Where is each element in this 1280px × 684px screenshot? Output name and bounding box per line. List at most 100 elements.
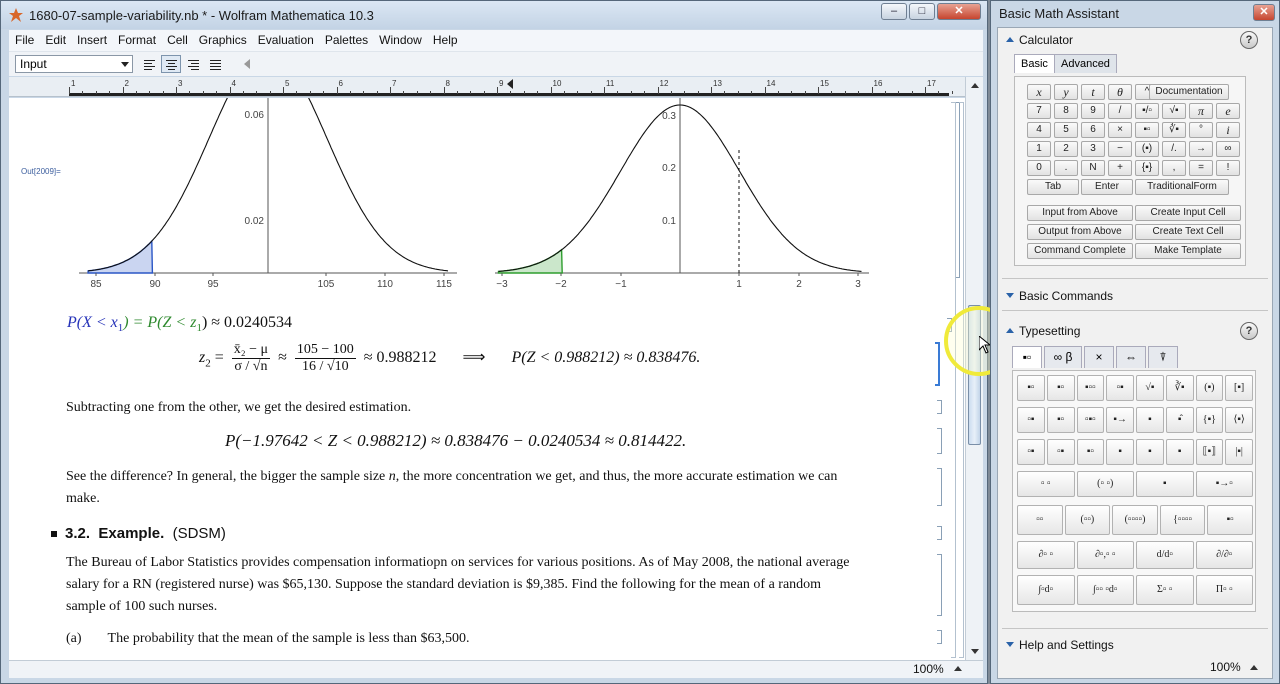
typeset-template-button[interactable]: ▪▫ — [1046, 407, 1075, 433]
typeset-template-button[interactable]: ∛▪ — [1165, 375, 1194, 401]
typeset-tab-shapes[interactable]: ⍒ — [1148, 346, 1178, 368]
typeset-template-button[interactable]: ▪ — [1136, 407, 1164, 433]
calc-action-button[interactable]: Create Text Cell — [1135, 224, 1241, 240]
calc-key[interactable]: /. — [1162, 141, 1186, 157]
calc-key[interactable]: 9 — [1081, 103, 1105, 119]
menu-edit[interactable]: Edit — [39, 30, 71, 47]
calc-action-button[interactable]: Output from Above — [1027, 224, 1133, 240]
typeset-template-button[interactable]: ⟨▪⟩ — [1225, 407, 1253, 433]
typeset-template-button[interactable]: ∫▫▫ ▫d▫ — [1076, 575, 1134, 605]
typeset-template-button[interactable]: ▪̂ — [1165, 407, 1194, 433]
calc-key[interactable]: π — [1189, 103, 1213, 119]
menu-evaluation[interactable]: Evaluation — [252, 30, 319, 47]
palette-zoom-level[interactable]: 100% — [1210, 660, 1241, 674]
calc-key[interactable]: 1 — [1027, 141, 1051, 157]
typeset-template-button[interactable]: (▫▫) — [1064, 505, 1111, 535]
basic-commands-header[interactable]: Basic Commands — [1006, 289, 1113, 303]
typeset-template-button[interactable]: ▪▫ — [1017, 375, 1045, 401]
menu-graphics[interactable]: Graphics — [193, 30, 252, 47]
menu-palettes[interactable]: Palettes — [319, 30, 373, 47]
typeset-template-button[interactable]: Π▫ ▫ — [1195, 575, 1253, 605]
calc-key[interactable]: i — [1216, 122, 1240, 138]
typeset-template-button[interactable]: ▪ — [1106, 439, 1134, 465]
ruler[interactable]: 1 2 3 4 5 6 7 8 9 10 11 12 13 14 15 16 17 — [9, 77, 967, 97]
calc-key[interactable]: . — [1054, 160, 1078, 176]
calc-key[interactable]: ∞ — [1216, 141, 1240, 157]
calc-key[interactable]: 4 — [1027, 122, 1051, 138]
typeset-tab-arrows[interactable]: ⇔ — [1116, 346, 1146, 368]
cell-bracket[interactable] — [937, 554, 942, 616]
typeset-template-button[interactable]: ▪→▫ — [1195, 471, 1253, 497]
calc-key[interactable]: ∛▪ — [1162, 122, 1186, 138]
typesetting-help-icon[interactable]: ? — [1240, 322, 1258, 340]
notebook-content[interactable]: Out[2009]= 85 90 95 105 110 115 0.06 0.02 −3 −2−… — [9, 98, 933, 660]
typeset-template-button[interactable]: ▪▫▫ — [1076, 375, 1105, 401]
typeset-template-button[interactable]: ∂/∂▫ — [1195, 541, 1253, 569]
cell-bracket[interactable] — [937, 630, 942, 644]
calc-key[interactable]: 0 — [1027, 160, 1051, 176]
zoom-up-icon[interactable] — [954, 666, 962, 671]
typeset-template-button[interactable]: ⟦▪⟧ — [1195, 439, 1224, 465]
menu-file[interactable]: File — [9, 30, 39, 47]
typeset-template-button[interactable]: ▪▫ — [1076, 439, 1105, 465]
title-bar[interactable]: 1680-07-sample-variability.nb * - Wolfra… — [1, 1, 987, 29]
calc-key-wide[interactable]: Enter — [1081, 179, 1133, 195]
menu-help[interactable]: Help — [427, 30, 463, 47]
calc-key[interactable]: √▪ — [1162, 103, 1186, 119]
triangle-left-icon[interactable] — [244, 59, 250, 69]
calc-key[interactable]: (▪) — [1135, 141, 1159, 157]
typeset-template-button[interactable]: |▪| — [1225, 439, 1253, 465]
maximize-button[interactable]: □ — [909, 3, 935, 20]
typeset-template-button[interactable]: ▪ — [1136, 471, 1194, 497]
calc-key[interactable]: + — [1108, 160, 1132, 176]
calc-key[interactable]: ° — [1189, 122, 1213, 138]
calc-key[interactable]: ! — [1216, 160, 1240, 176]
palette-close-button[interactable]: ✕ — [1253, 4, 1275, 21]
typeset-template-button[interactable]: ▫▪ — [1106, 375, 1134, 401]
align-left-button[interactable] — [139, 55, 159, 73]
typeset-template-button[interactable]: ▪ — [1136, 439, 1164, 465]
group-bracket[interactable] — [951, 102, 956, 658]
typeset-template-button[interactable]: ▫▪ — [1017, 439, 1045, 465]
typeset-template-button[interactable]: Σ▫ ▫ — [1136, 575, 1194, 605]
calc-action-button[interactable]: Command Complete — [1027, 243, 1133, 259]
calc-key[interactable]: 3 — [1081, 141, 1105, 157]
typeset-template-button[interactable]: ∂▫,▫ ▫ — [1076, 541, 1134, 569]
typeset-template-button[interactable]: ▪→ — [1106, 407, 1134, 433]
typesetting-header[interactable]: Typesetting — [1006, 324, 1080, 338]
typeset-tab-operators[interactable]: × — [1084, 346, 1114, 368]
calc-action-button[interactable]: Make Template — [1135, 243, 1241, 259]
typeset-template-button[interactable]: ▫ ▫ — [1017, 471, 1075, 497]
typeset-tab-templates[interactable]: ▪▫ — [1012, 346, 1042, 368]
calc-key[interactable]: e — [1216, 103, 1240, 119]
calc-key[interactable]: 5 — [1054, 122, 1078, 138]
cell-bracket[interactable] — [937, 526, 942, 540]
group-bracket[interactable] — [959, 102, 964, 658]
calc-key-wide[interactable]: TraditionalForm — [1135, 179, 1229, 195]
align-center-button[interactable] — [161, 55, 181, 73]
calc-action-button[interactable]: Input from Above — [1027, 205, 1133, 221]
calc-key[interactable]: x — [1027, 84, 1051, 100]
tab-basic[interactable]: Basic — [1014, 54, 1055, 73]
calc-key[interactable]: → — [1189, 141, 1213, 157]
typeset-template-button[interactable]: ∂▫ ▫ — [1017, 541, 1075, 569]
calc-key[interactable]: Documentation — [1149, 84, 1229, 100]
typeset-template-button[interactable]: d/d▫ — [1136, 541, 1194, 569]
typeset-template-button[interactable]: ▫▪▫ — [1076, 407, 1105, 433]
calc-key[interactable]: / — [1108, 103, 1132, 119]
menu-cell[interactable]: Cell — [161, 30, 193, 47]
menu-insert[interactable]: Insert — [71, 30, 112, 47]
cell-bracket[interactable] — [937, 468, 942, 506]
typeset-template-button[interactable]: (▪) — [1195, 375, 1224, 401]
typeset-template-button[interactable]: ∫▫d▫ — [1017, 575, 1075, 605]
align-right-button[interactable] — [183, 55, 203, 73]
calc-key[interactable]: , — [1162, 160, 1186, 176]
typeset-template-button[interactable]: (▫▫▫▫) — [1112, 505, 1158, 535]
cell-bracket-selected[interactable] — [935, 342, 940, 386]
minimize-button[interactable]: ‒ — [881, 3, 907, 20]
typeset-template-button[interactable]: ▪ — [1165, 439, 1194, 465]
help-settings-header[interactable]: Help and Settings — [1006, 638, 1114, 652]
scroll-down-icon[interactable] — [971, 649, 979, 654]
calc-key[interactable]: t — [1081, 84, 1105, 100]
menu-format[interactable]: Format — [112, 30, 161, 47]
